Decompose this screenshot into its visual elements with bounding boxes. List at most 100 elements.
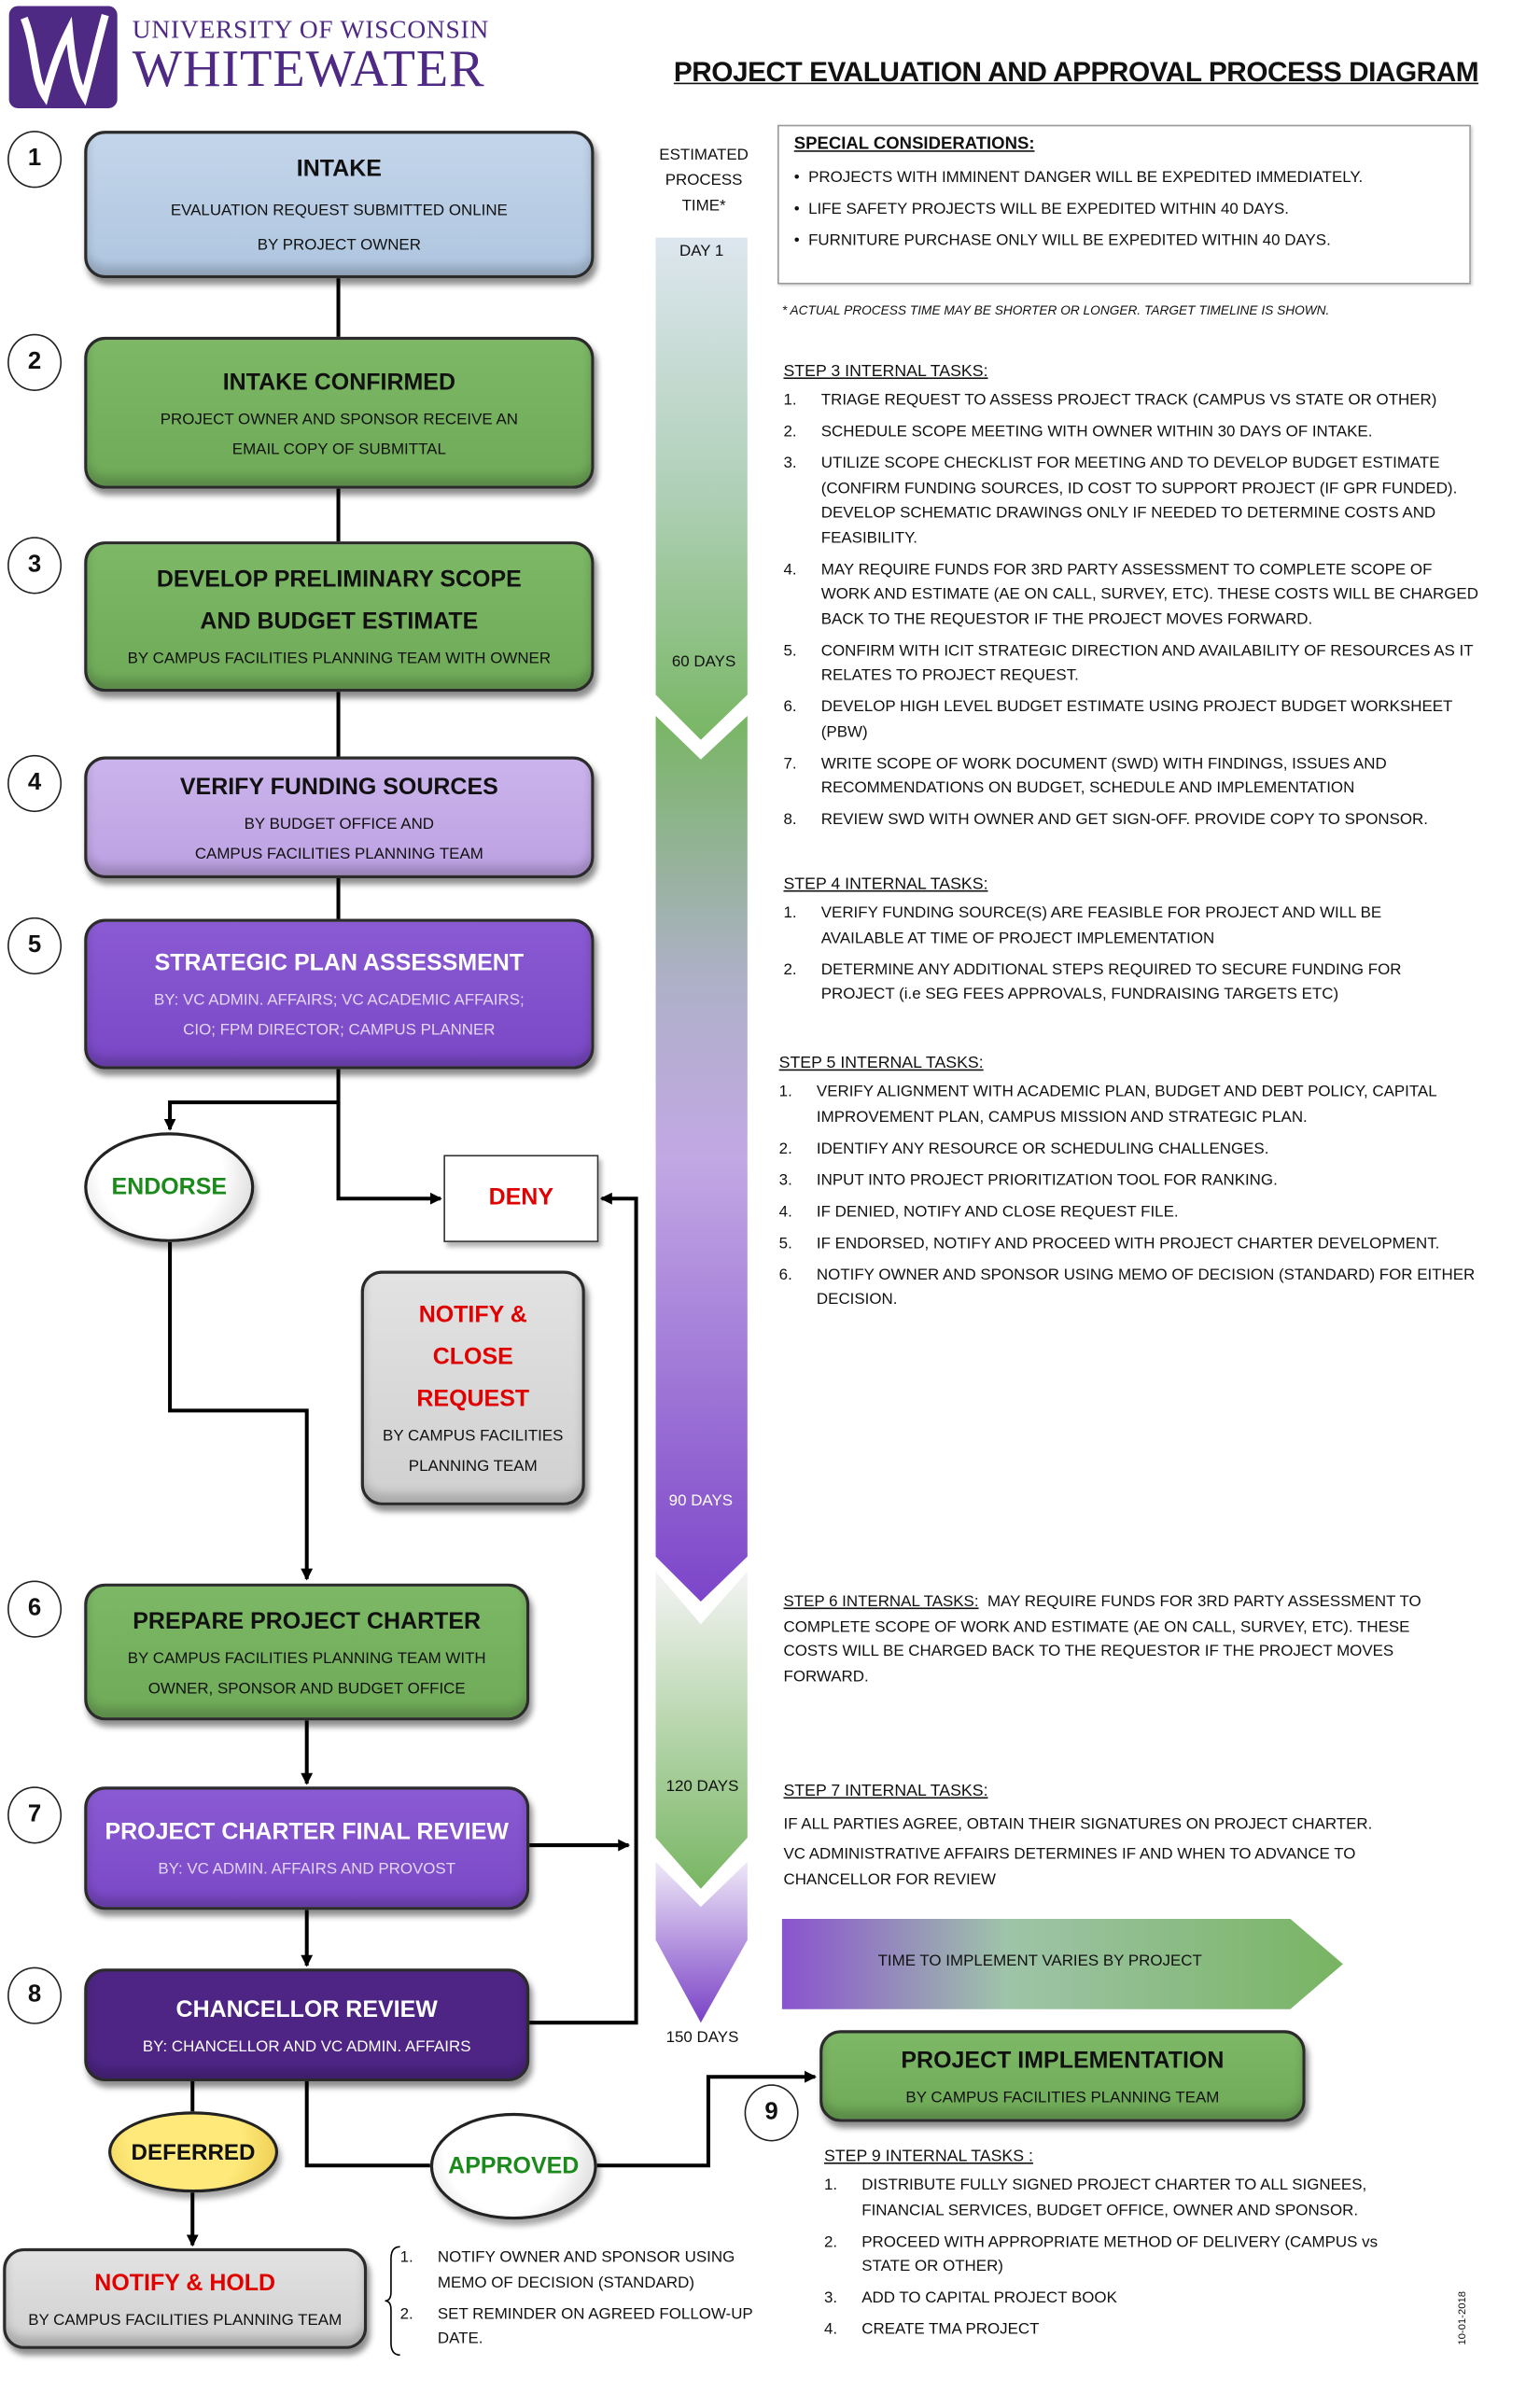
task-text: WRITE SCOPE OF WORK DOCUMENT (SWD) WITH … [820, 754, 1387, 797]
task-number: 5. [783, 641, 797, 660]
task-text: UTILIZE SCOPE CHECKLIST FOR MEETING AND … [820, 454, 1458, 547]
step-description: BY CAMPUS FACILITIES PLANNING TEAM WITH … [127, 650, 552, 668]
task-text: MAY REQUIRE FUNDS FOR 3RD PARTY ASSESSME… [820, 560, 1478, 628]
task-number: 6. [783, 697, 797, 716]
task-number: 3. [778, 1170, 792, 1189]
task-number: 6. [778, 1265, 792, 1284]
decision-approved[interactable]: APPROVED [429, 2112, 597, 2220]
notify-hold[interactable]: NOTIFY & HOLD BY CAMPUS FACILITIES PLANN… [3, 2247, 368, 2349]
task-item: 5. CONFIRM WITH ICIT STRATEGIC DIRECTION … [783, 638, 1482, 688]
step9-tasks: STEP 9 INTERNAL TASKS : 1. DISTRIBUTE FUL… [824, 2148, 1426, 2349]
timeline-label-150: 150 DAYS [665, 2028, 739, 2047]
special-item-text: FURNITURE PURCHASE ONLY WILL BE EXPEDITE… [808, 231, 1331, 250]
step-strategic-plan[interactable]: STRATEGIC PLAN ASSESSMENT BY: VC ADMIN. … [84, 918, 595, 1070]
task-item: 7. WRITE SCOPE OF WORK DOCUMENT (SWD) WIT… [783, 751, 1482, 801]
step4-heading: STEP 4 INTERNAL TASKS: [783, 875, 988, 894]
decision-deny[interactable]: DENY [443, 1155, 599, 1242]
task-item: 8. REVIEW SWD WITH OWNER AND GET SIGN-OFF… [783, 807, 1482, 833]
step-description: BY: VC ADMIN. AFFAIRS AND PROVOST [158, 1860, 456, 1879]
implementation-banner-text: TIME TO IMPLEMENT VARIES BY PROJECT [877, 1952, 1202, 1970]
logo-whitewater-text: WHITEWATER [132, 38, 485, 98]
step-title: CHANCELLOR REVIEW [175, 1996, 438, 2022]
step-charter-final-review[interactable]: PROJECT CHARTER FINAL REVIEW BY: VC ADMI… [84, 1786, 530, 1910]
decision-endorse[interactable]: ENDORSE [84, 1132, 255, 1242]
notify-close-request[interactable]: NOTIFY & CLOSE REQUEST BY CAMPUS FACILIT… [360, 1270, 585, 1505]
task-number: 2. [783, 422, 797, 441]
task-text: INPUT INTO PROJECT PRIORITIZATION TOOL F… [816, 1170, 1278, 1189]
step-intake-confirmed[interactable]: INTAKE CONFIRMED PROJECT OWNER AND SPONS… [84, 336, 595, 489]
step-description: EVALUATION REQUEST SUBMITTED ONLINE [170, 201, 508, 220]
special-item: • PROJECTS WITH IMMINENT DANGER WILL BE … [793, 168, 1364, 187]
task-number: 1. [783, 903, 797, 922]
task-text: ADD TO CAPITAL PROJECT BOOK [861, 2288, 1117, 2307]
step-title: INTAKE CONFIRMED [222, 369, 455, 395]
step-preliminary-scope[interactable]: DEVELOP PRELIMINARY SCOPE AND BUDGET EST… [84, 541, 595, 693]
task-item: 1. NOTIFY OWNER AND SPONSOR USING MEMO OF… [400, 2246, 777, 2295]
step-prepare-charter[interactable]: PREPARE PROJECT CHARTER BY CAMPUS FACILI… [84, 1583, 530, 1721]
step3-tasks: STEP 3 INTERNAL TASKS: 1. TRIAGE REQUEST … [783, 362, 1482, 839]
task-item: 2. IDENTIFY ANY RESOURCE OR SCHEDULING CH… [779, 1136, 1486, 1161]
hold-tasks: 1. NOTIFY OWNER AND SPONSOR USING MEMO OF… [400, 2246, 777, 2358]
step-description: OWNER, SPONSOR AND BUDGET OFFICE [147, 1679, 466, 1698]
notify-close-sub: BY CAMPUS FACILITIES [383, 1427, 564, 1446]
step4-tasks: STEP 4 INTERNAL TASKS: 1. VERIFY FUNDING … [783, 875, 1460, 1014]
timeline-label-120: 120 DAYS [665, 1777, 739, 1796]
task-text: VERIFY ALIGNMENT WITH ACADEMIC PLAN, BUD… [816, 1083, 1437, 1127]
step5-tasks: STEP 5 INTERNAL TASKS: 1. VERIFY ALIGNMEN… [779, 1055, 1486, 1320]
task-text: SET REMINDER ON AGREED FOLLOW-UP DATE. [437, 2304, 753, 2348]
task-item: 6. NOTIFY OWNER AND SPONSOR USING MEMO OF… [779, 1263, 1486, 1312]
step-description: BY PROJECT OWNER [257, 236, 421, 255]
step-description: BY CAMPUS FACILITIES PLANNING TEAM WITH [127, 1648, 486, 1668]
step-description: BY BUDGET OFFICE AND [244, 814, 435, 833]
task-text: IF ENDORSED, NOTIFY AND PROCEED WITH PRO… [816, 1234, 1440, 1252]
task-number: 2. [778, 1139, 792, 1157]
task-item: 1. VERIFY ALIGNMENT WITH ACADEMIC PLAN, B… [779, 1080, 1486, 1129]
task-item: 3. UTILIZE SCOPE CHECKLIST FOR MEETING AN… [783, 451, 1482, 550]
task-item: 3. ADD TO CAPITAL PROJECT BOOK [824, 2286, 1426, 2311]
step-description: CIO; FPM DIRECTOR; CAMPUS PLANNER [183, 1021, 496, 1040]
step-number-3: 3 [7, 537, 63, 595]
task-number: 1. [823, 2176, 838, 2194]
task-number: 2. [399, 2304, 413, 2323]
task-text: PROCEED WITH APPROPRIATE METHOD OF DELIV… [861, 2232, 1379, 2275]
task-number: 2. [783, 959, 797, 979]
step-title: PROJECT CHARTER FINAL REVIEW [105, 1819, 509, 1846]
step-description: BY CAMPUS FACILITIES PLANNING TEAM [905, 2088, 1220, 2106]
timeline-heading-line: ESTIMATED [659, 146, 749, 164]
task-number: 3. [823, 2288, 838, 2307]
decision-deferred[interactable]: DEFERRED [108, 2111, 279, 2193]
step-intake[interactable]: INTAKE EVALUATION REQUEST SUBMITTED ONLI… [84, 131, 595, 279]
step3-heading: STEP 3 INTERNAL TASKS: [783, 362, 988, 381]
task-text: VERIFY FUNDING SOURCE(S) ARE FEASIBLE FO… [820, 903, 1382, 947]
task-item: 2. SET REMINDER ON AGREED FOLLOW-UP DATE. [400, 2302, 777, 2351]
step-number-2: 2 [7, 333, 63, 391]
step-description: CAMPUS FACILITIES PLANNING TEAM [194, 844, 483, 863]
step-verify-funding[interactable]: VERIFY FUNDING SOURCES BY BUDGET OFFICE … [84, 756, 595, 878]
notify-close-title: NOTIFY & [418, 1302, 527, 1328]
task-text: REVIEW SWD WITH OWNER AND GET SIGN-OFF. … [820, 810, 1428, 829]
step-chancellor-review[interactable]: CHANCELLOR REVIEW BY: CHANCELLOR AND VC … [84, 1968, 530, 2082]
step-title: INTAKE [296, 156, 382, 182]
task-item: 2. SCHEDULE SCOPE MEETING WITH OWNER WITH… [783, 420, 1482, 445]
task-item: 2. PROCEED WITH APPROPRIATE METHOD OF DEL… [824, 2230, 1426, 2279]
page-title: PROJECT EVALUATION AND APPROVAL PROCESS … [673, 55, 1479, 88]
step-description: BY: CHANCELLOR AND VC ADMIN. AFFAIRS [142, 2036, 471, 2055]
special-item: • FURNITURE PURCHASE ONLY WILL BE EXPEDI… [793, 231, 1331, 250]
task-text: NOTIFY OWNER AND SPONSOR USING MEMO OF D… [437, 2247, 735, 2291]
special-item-text: LIFE SAFETY PROJECTS WILL BE EXPEDITED W… [808, 200, 1289, 218]
step-title: VERIFY FUNDING SOURCES [179, 774, 498, 800]
task-number: 4. [783, 560, 797, 579]
task-item: 5. IF ENDORSED, NOTIFY AND PROCEED WITH P… [779, 1231, 1486, 1256]
notify-hold-sub: BY CAMPUS FACILITIES PLANNING TEAM [28, 2310, 343, 2330]
special-considerations-box: SPECIAL CONSIDERATIONS: • PROJECTS WITH … [777, 124, 1471, 285]
step6-heading: STEP 6 INTERNAL TASKS: [783, 1592, 979, 1611]
step-number-8: 8 [7, 1966, 63, 2024]
university-logo [8, 6, 118, 109]
timeline-label-90: 90 DAYS [668, 1491, 734, 1510]
timeline-label-day1: DAY 1 [679, 242, 724, 260]
task-text: CONFIRM WITH ICIT STRATEGIC DIRECTION AN… [820, 641, 1474, 685]
task-text: NOTIFY OWNER AND SPONSOR USING MEMO OF D… [816, 1265, 1476, 1308]
step-title: STRATEGIC PLAN ASSESSMENT [154, 950, 525, 976]
timeline-heading: ESTIMATED PROCESS TIME* [647, 143, 761, 219]
step-project-implementation[interactable]: PROJECT IMPLEMENTATION BY CAMPUS FACILIT… [819, 2030, 1306, 2122]
